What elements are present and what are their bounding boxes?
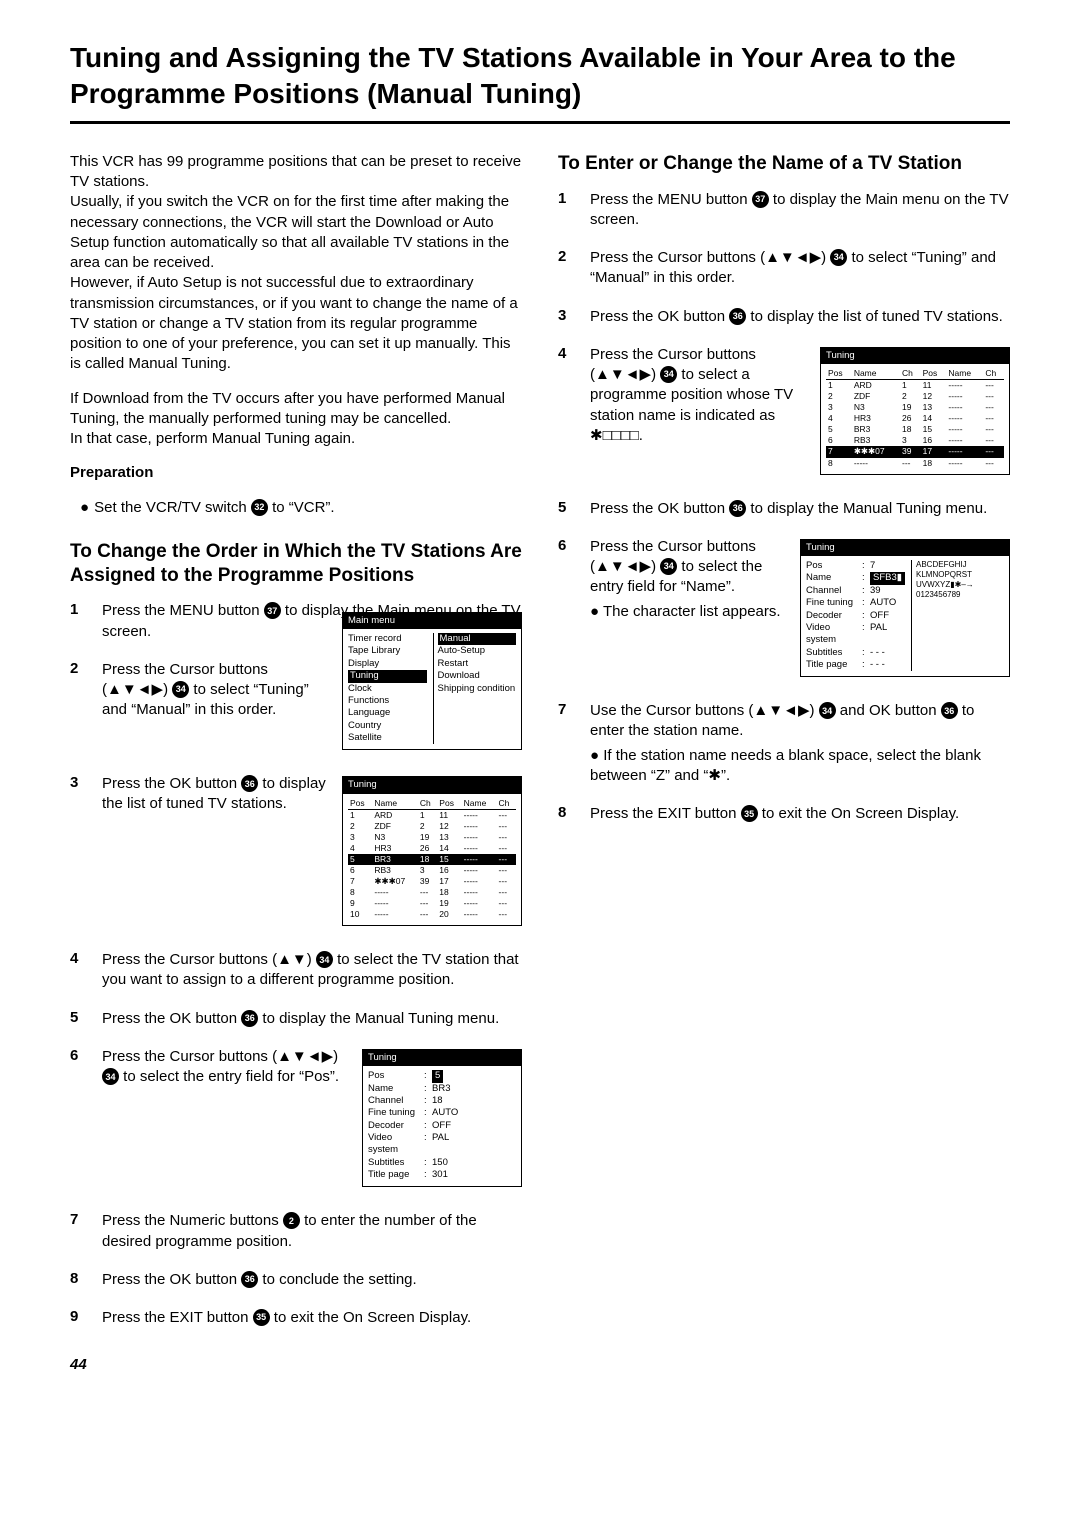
ref-36-icon: 36 [941, 702, 958, 719]
ref-37-icon: 37 [264, 602, 281, 619]
ref-36-icon: 36 [729, 308, 746, 325]
ref-32-icon: 32 [251, 499, 268, 516]
ref-36-icon: 36 [241, 775, 258, 792]
ref-35-icon: 35 [253, 1309, 270, 1326]
step-a4: 4 Press the Cursor buttons (▲▼) 34 to se… [70, 950, 522, 991]
osd-tuning-detail-2: Tuning Pos:7 Name:SFB3▮ Channel:39 Fine … [800, 539, 1010, 677]
page-title: Tuning and Assigning the TV Stations Ava… [70, 40, 1010, 113]
ref-34-icon: 34 [830, 249, 847, 266]
ref-35-icon: 35 [741, 805, 758, 822]
prep-bullet: ● Set the VCR/TV switch 32 to “VCR”. [80, 498, 522, 518]
section-b-heading: To Enter or Change the Name of a TV Stat… [558, 152, 1010, 176]
preparation-heading: Preparation [70, 463, 522, 483]
step-a8: 8 Press the OK button 36 to conclude the… [70, 1270, 522, 1290]
step-b5: 5 Press the OK button 36 to display the … [558, 499, 1010, 519]
osd-tuning-detail-1: Tuning Pos:5 Name:BR3 Channel:18 Fine tu… [362, 1049, 522, 1187]
step-a9: 9 Press the EXIT button 35 to exit the O… [70, 1308, 522, 1328]
intro-p1: This VCR has 99 programme positions that… [70, 152, 522, 375]
step-b6: 6 Tuning Pos:7 Name:SFB3▮ Channel:39 Fin… [558, 537, 1010, 683]
ref-34-icon: 34 [819, 702, 836, 719]
title-rule [70, 121, 1010, 124]
step-a7: 7 Press the Numeric buttons 2 to enter t… [70, 1211, 522, 1252]
ref-36-icon: 36 [241, 1271, 258, 1288]
step-b1: 1 Press the MENU button 37 to display th… [558, 190, 1010, 231]
osd-main-menu: Main menu Timer record Tape Library Disp… [342, 612, 522, 750]
ref-34-icon: 34 [660, 558, 677, 575]
osd-tuning-list-1: Tuning PosNameCh PosNameCh 1ARD111------… [342, 776, 522, 926]
intro-p4: If Download from the TV occurs after you… [70, 389, 522, 450]
step-b4: 4 Tuning PosNameCh PosNameCh 1ARD111----… [558, 345, 1010, 481]
step-a5: 5 Press the OK button 36 to display the … [70, 1009, 522, 1029]
osd-tuning-list-2: Tuning PosNameCh PosNameCh 1ARD111------… [820, 347, 1010, 475]
step-a2: 2 Main menu Timer record Tape Library Di… [70, 660, 522, 756]
step-b7: 7 Use the Cursor buttons (▲▼◄▶) 34 and O… [558, 701, 1010, 786]
ref-36-icon: 36 [729, 500, 746, 517]
section-a-heading: To Change the Order in Which the TV Stat… [70, 540, 522, 588]
step-a6: 6 Tuning Pos:5 Name:BR3 Channel:18 Fine … [70, 1047, 522, 1193]
ref-34-icon: 34 [316, 951, 333, 968]
step-a3: 3 Tuning PosNameCh PosNameCh 1ARD111----… [70, 774, 522, 932]
ref-2-icon: 2 [283, 1212, 300, 1229]
page-number: 44 [70, 1356, 522, 1373]
step-b8: 8 Press the EXIT button 35 to exit the O… [558, 804, 1010, 824]
ref-36-icon: 36 [241, 1010, 258, 1027]
ref-34-icon: 34 [660, 366, 677, 383]
ref-37-icon: 37 [752, 191, 769, 208]
step-b3: 3 Press the OK button 36 to display the … [558, 307, 1010, 327]
ref-34-icon: 34 [102, 1068, 119, 1085]
step-b2: 2 Press the Cursor buttons (▲▼◄▶) 34 to … [558, 248, 1010, 289]
ref-34-icon: 34 [172, 681, 189, 698]
